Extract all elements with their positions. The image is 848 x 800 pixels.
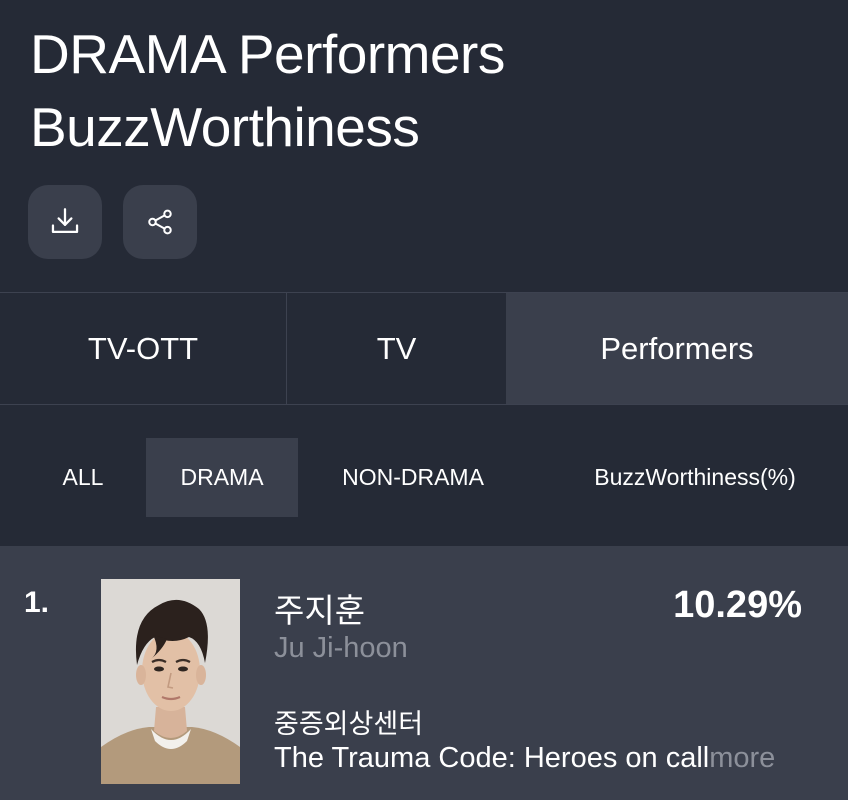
download-icon xyxy=(51,208,79,234)
tab-performers[interactable]: Performers xyxy=(506,293,848,404)
show-title-english-text: The Trauma Code: Heroes on call xyxy=(274,742,710,774)
tab-tv[interactable]: TV xyxy=(287,293,506,404)
page-title-line1: DRAMA Performers xyxy=(30,23,505,85)
rank-number: 1. xyxy=(24,586,50,619)
show-title-english: The Trauma Code: Heroes on callmore xyxy=(274,742,814,775)
page-title: DRAMA Performers BuzzWorthiness xyxy=(30,18,830,164)
performer-name-english: Ju Ji-hoon xyxy=(274,632,408,664)
download-button[interactable] xyxy=(28,185,102,259)
performer-name-korean: 주지훈 xyxy=(274,591,366,630)
filter-all[interactable]: ALL xyxy=(40,438,126,517)
tab-tv-ott[interactable]: TV-OTT xyxy=(0,293,287,404)
category-tabs: TV-OTT TV Performers xyxy=(0,292,848,405)
ranking-list: 1. 주지훈 Ju Ji-hoon 10.29% 중증외상센터 The Trau… xyxy=(0,546,848,800)
performer-photo xyxy=(101,579,240,784)
filter-drama[interactable]: DRAMA xyxy=(146,438,298,517)
more-link[interactable]: more xyxy=(709,742,775,774)
page-title-line2: BuzzWorthiness xyxy=(30,96,420,158)
share-button[interactable] xyxy=(123,185,197,259)
filter-non-drama[interactable]: NON-DRAMA xyxy=(322,438,504,517)
metric-column-header: BuzzWorthiness(%) xyxy=(594,464,796,490)
buzzworthiness-value: 10.29% xyxy=(673,584,802,626)
share-icon xyxy=(148,209,172,235)
show-title-korean: 중증외상센터 xyxy=(274,709,424,740)
